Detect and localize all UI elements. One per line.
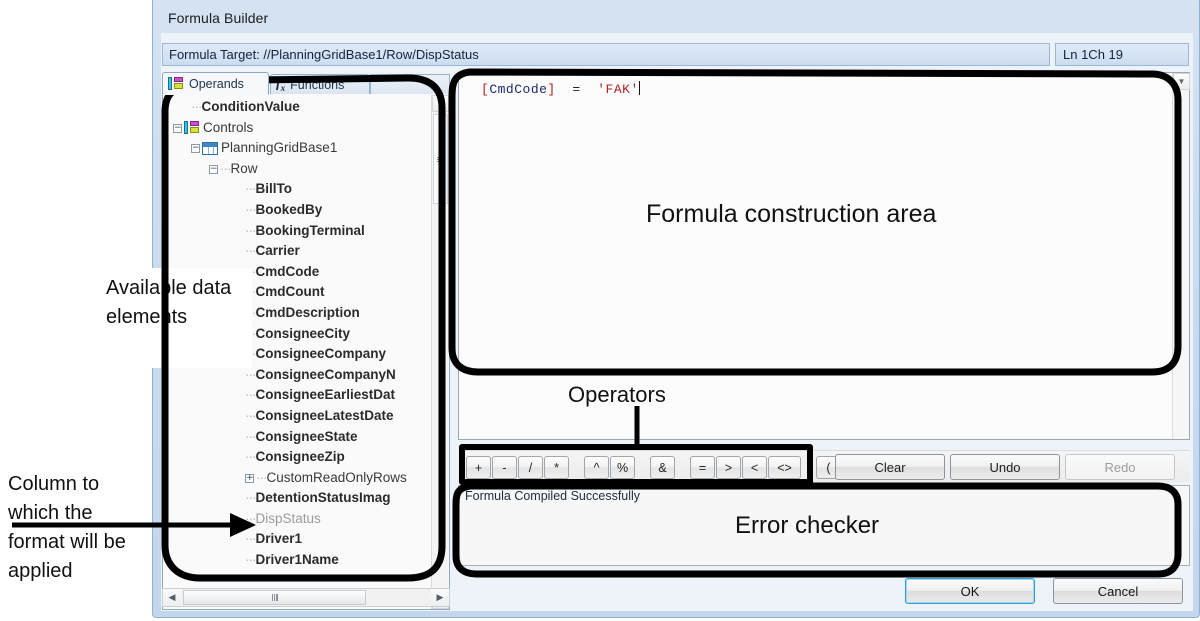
text-caret: [638, 81, 640, 95]
annotation-column-to-which: Column to which the format will be appli…: [8, 473, 126, 582]
tree-node-label: BookedBy: [255, 201, 323, 217]
tree-node[interactable]: − Controls: [163, 118, 431, 139]
tree-node[interactable]: − ···Row: [163, 159, 431, 180]
tree-node-label: CmdCode: [255, 263, 320, 279]
cursor-position-indicator: Ln 1Ch 19: [1055, 43, 1189, 66]
collapse-icon[interactable]: −: [191, 144, 200, 154]
tree-scroll-thumb[interactable]: [433, 114, 448, 204]
tree-node[interactable]: ···DetentionStatusImag: [163, 488, 431, 509]
tree-node[interactable]: ···Driver1Name: [163, 550, 431, 571]
tree-node[interactable]: ···BookingTerminal: [163, 221, 431, 242]
formula-token: ]: [547, 82, 556, 97]
undo-button[interactable]: Undo: [950, 454, 1060, 480]
tree-node-label: ConsigneeEarliestDat: [255, 387, 396, 403]
formula-target-label: Formula Target: //PlanningGridBase1/Row/…: [169, 47, 479, 62]
tree-node-label: Driver1Name: [255, 552, 339, 568]
ok-button[interactable]: OK: [905, 578, 1035, 604]
tree-node-label: CmdDescription: [255, 304, 360, 320]
tree-node[interactable]: ···BookedBy: [163, 200, 431, 221]
tree-node-label: ConsigneeLatestDate: [255, 407, 394, 423]
tree-vertical-scrollbar[interactable]: ▲ ▼: [431, 95, 449, 609]
cursor-position-label: Ln 1Ch 19: [1063, 47, 1123, 62]
operator-button[interactable]: -: [492, 456, 517, 479]
tree-node-label: ConsigneeCity: [255, 325, 351, 341]
operator-button[interactable]: ^: [584, 456, 609, 479]
operator-button[interactable]: <: [742, 456, 767, 479]
controls-icon: [184, 121, 200, 135]
tree-node[interactable]: + ···CustomReadOnlyRows: [163, 468, 431, 489]
formula-target-bar: Formula Target: //PlanningGridBase1/Row/…: [162, 43, 1050, 66]
redo-button: Redo: [1065, 454, 1175, 480]
tree-node-label: ConsigneeState: [255, 428, 358, 444]
scroll-right-icon[interactable]: ▶: [431, 589, 449, 606]
collapse-icon[interactable]: −: [209, 164, 218, 174]
tree-node-label: ConditionValue: [201, 99, 300, 114]
tree-node-label: Driver1: [255, 531, 303, 547]
tree-node[interactable]: ···ConsigneeZip: [163, 447, 431, 468]
operator-button[interactable]: /: [518, 456, 543, 479]
scroll-left-icon[interactable]: ◀: [163, 589, 181, 606]
operands-icon: [168, 77, 184, 90]
tree-node[interactable]: ···ConsigneeEarliestDat: [163, 385, 431, 406]
formula-token: 'FAK': [597, 82, 639, 97]
tree-node[interactable]: ···Carrier: [163, 241, 431, 262]
tree-node-label: PlanningGridBase1: [221, 140, 338, 156]
tab-functions[interactable]: fx Functions: [270, 74, 370, 95]
formula-token: =: [555, 82, 598, 97]
tree-node-label: ConsigneeCompanyN: [255, 366, 396, 382]
compile-status-message: Formula Compiled Successfully: [465, 489, 641, 503]
operator-button[interactable]: *: [544, 456, 569, 479]
annotation-operators: Operators: [568, 382, 666, 407]
operator-button[interactable]: >: [716, 456, 741, 479]
tab-operands-label: Operands: [189, 76, 244, 91]
annotation-error-checker: Error checker: [735, 512, 880, 539]
tabstrip-filler: [370, 74, 450, 95]
tree-hscroll-thumb[interactable]: [183, 590, 366, 605]
fx-icon: fx: [276, 76, 286, 93]
tab-operands[interactable]: Operands: [162, 72, 269, 95]
tree-node-label: Controls: [203, 119, 254, 135]
tree-node-label: DispStatus: [255, 510, 321, 526]
collapse-icon[interactable]: −: [173, 123, 182, 133]
cancel-button[interactable]: Cancel: [1053, 578, 1183, 604]
formula-vertical-scrollbar[interactable]: ▲ ▼: [1172, 73, 1190, 439]
tree-node[interactable]: ···ConsigneeState: [163, 427, 431, 448]
tree-node-label: DetentionStatusImag: [255, 490, 391, 506]
formula-text: [CmdCode] = 'FAK': [481, 81, 640, 97]
tree-horizontal-scrollbar[interactable]: ◀ ▶: [162, 588, 450, 607]
tab-functions-label: Functions: [290, 77, 345, 92]
formula-scroll-down-icon[interactable]: ▼: [1173, 73, 1190, 90]
tree-node-label: BookingTerminal: [255, 222, 365, 238]
tree-node-label: BillTo: [255, 181, 293, 197]
annotation-formula-construction-area: Formula construction area: [646, 200, 937, 228]
clear-button[interactable]: Clear: [835, 454, 945, 480]
operator-button[interactable]: &: [650, 456, 675, 479]
tree-node-label: CmdCount: [255, 284, 325, 300]
grid-icon: [202, 142, 218, 156]
tree-node[interactable]: − PlanningGridBase1: [163, 138, 431, 159]
tree-node[interactable]: ···DispStatus: [163, 509, 431, 530]
operator-toolbar: +-/*^%&=><<>() Clear Undo Redo: [458, 450, 1190, 482]
panel-tabstrip: Operands fx Functions: [162, 72, 450, 95]
scroll-up-icon[interactable]: ▲: [432, 95, 449, 112]
formula-token: CmdCode: [489, 82, 548, 97]
operator-button[interactable]: %: [610, 456, 635, 479]
tree-node[interactable]: ···Driver1: [163, 529, 431, 550]
screenshot-root: Formula Builder Formula Target: //Planni…: [0, 0, 1200, 621]
window-title: Formula Builder: [168, 10, 269, 26]
tree-node-label: Carrier: [255, 243, 300, 259]
tree-node[interactable]: ···ConditionValue: [163, 97, 431, 118]
tree-node[interactable]: ···ConsigneeLatestDate: [163, 406, 431, 427]
tree-node-label: CustomReadOnlyRows: [266, 469, 407, 485]
tree-node-label: ConsigneeZip: [255, 449, 345, 465]
operator-button[interactable]: =: [690, 456, 715, 479]
tree-node-label: Row: [230, 160, 258, 176]
tree-node-label: ConsigneeCompany: [255, 346, 387, 362]
annotation-available-data-elements: Available data elements: [106, 277, 232, 328]
tree-node[interactable]: ···BillTo: [163, 179, 431, 200]
operator-button[interactable]: <>: [768, 456, 801, 479]
expand-icon[interactable]: +: [245, 473, 254, 483]
operator-button[interactable]: +: [466, 456, 491, 479]
